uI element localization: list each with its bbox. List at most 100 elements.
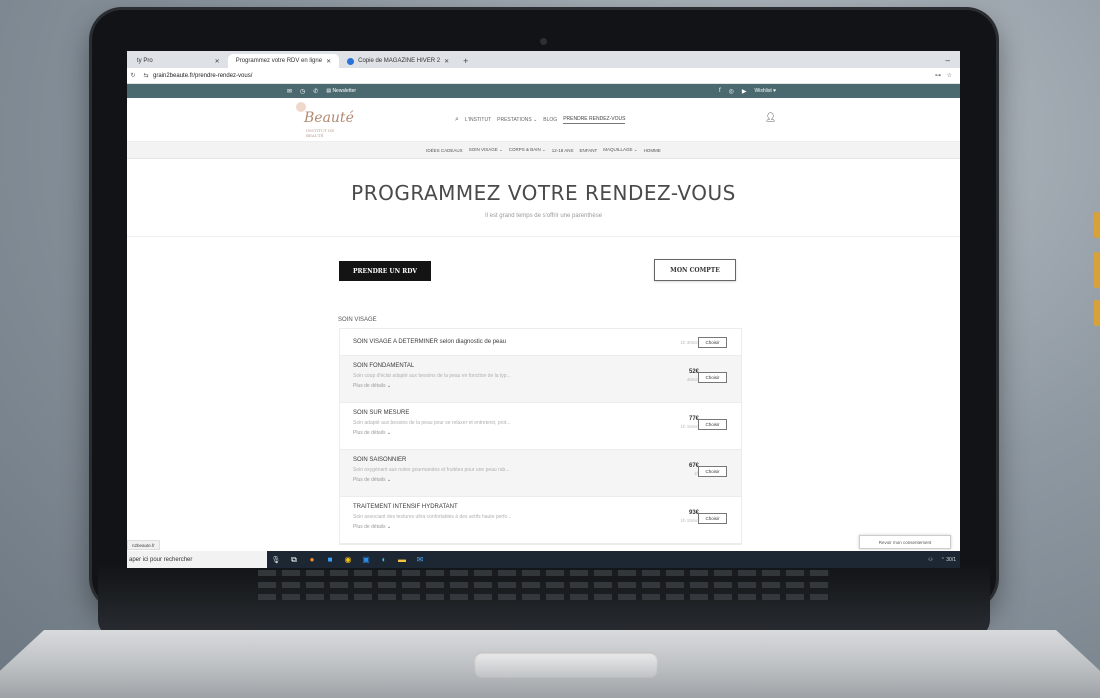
category-corps-bain[interactable]: CORPS & BAIN ⌄: [509, 147, 546, 153]
search-icon[interactable]: ⌕: [455, 116, 459, 124]
background-light: [1094, 252, 1100, 288]
browser-tab-active[interactable]: Programmez votre RDV en ligne ✕: [227, 54, 340, 68]
system-tray: ⚇ ⌃ 30/1: [928, 557, 960, 563]
background-light: [1094, 212, 1100, 238]
site-logo[interactable]: Beauté INSTITUT DE BEAUTÉ: [292, 102, 354, 138]
nav-item-institut[interactable]: L'INSTITUT: [465, 117, 491, 123]
topbar-social: f ◎ ▶ Wishlist ♥: [719, 88, 776, 95]
more-details-link[interactable]: Plus de détails ⌄: [353, 524, 391, 530]
more-details-link[interactable]: Plus de détails ⌄: [353, 430, 391, 436]
choose-button[interactable]: Choisir: [698, 372, 727, 383]
category-maquillage[interactable]: MAQUILLAGE ⌄: [603, 147, 637, 153]
taskbar-search-label: aper ici pour rechercher: [129, 556, 193, 563]
laptop-screen: ty Pro ✕ Programmez votre RDV en ligne ✕…: [127, 51, 960, 568]
taskbar-search-input[interactable]: aper ici pour rechercher: [127, 551, 267, 568]
newsletter-link[interactable]: ▤ Newsletter: [326, 88, 356, 94]
people-icon[interactable]: ⚇: [928, 557, 932, 563]
choose-button[interactable]: Choisir: [698, 513, 727, 524]
my-account-button[interactable]: MON COMPTE: [654, 259, 736, 281]
close-icon[interactable]: ✕: [326, 58, 331, 65]
keyboard-row: [258, 594, 830, 600]
service-duration: 1h 15min: [680, 518, 699, 523]
minimize-button[interactable]: –: [946, 54, 960, 68]
favicon-icon: [347, 57, 355, 65]
site-header: Beauté INSTITUT DE BEAUTÉ ⌕ L'INSTITUT P…: [127, 98, 960, 142]
category-idees-cadeaux[interactable]: IDÉES CADEAUX: [426, 148, 463, 153]
newsletter-label: Newsletter: [332, 88, 357, 94]
browser-tab[interactable]: Copie de MAGAZINE HIVER 2 ✕: [339, 54, 457, 68]
choose-button[interactable]: Choisir: [698, 419, 727, 430]
service-duration: 1h 30min: [680, 340, 699, 345]
more-details-link[interactable]: Plus de détails ⌄: [353, 477, 391, 483]
category-enfant[interactable]: ENFANT: [580, 148, 598, 153]
service-description: Soin coup d'éclat adapté aux besoins de …: [353, 373, 511, 379]
laptop-keyboard: [98, 560, 990, 638]
service-list: SOIN VISAGE A DETERMINER selon diagnosti…: [339, 328, 742, 545]
close-icon[interactable]: ✕: [215, 58, 220, 65]
reload-icon[interactable]: ↻: [127, 72, 139, 79]
more-details-label: Plus de détails: [353, 430, 386, 436]
microphone-icon[interactable]: 🎙︎: [267, 556, 285, 564]
nav-item-prestations[interactable]: PRESTATIONS ⌄: [497, 117, 537, 123]
wishlist-label: Wishlist: [754, 88, 772, 94]
consent-button[interactable]: Revoir mon consentement: [859, 535, 951, 549]
webcam: [540, 38, 547, 45]
user-icon[interactable]: 👤︎: [765, 112, 776, 123]
service-name: SOIN SAISONNIER: [353, 457, 407, 463]
section-title: SOIN VISAGE: [338, 317, 377, 323]
close-icon[interactable]: ✕: [444, 58, 449, 65]
status-url: n2beaute.fr: [127, 540, 160, 550]
tab-label: Copie de MAGAZINE HIVER 2: [358, 58, 441, 64]
task-view-icon[interactable]: ⧉: [285, 555, 303, 565]
instagram-icon[interactable]: ◎: [729, 88, 734, 95]
list-item: TRAITEMENT INTENSIF HYDRATANT Soin assoc…: [340, 497, 741, 544]
service-duration: 1h 15min: [680, 424, 699, 429]
laptop-notch: [474, 652, 658, 678]
new-tab-button[interactable]: +: [457, 54, 474, 68]
page-hero: PROGRAMMEZ VOTRE RENDEZ-VOUS Il est gran…: [127, 159, 960, 237]
chevron-down-icon: ⌄: [386, 477, 392, 483]
site-info-icon[interactable]: ⇆: [139, 72, 153, 79]
keyboard-row: [258, 582, 830, 588]
mail-app-icon[interactable]: ✉: [411, 555, 429, 564]
store-icon[interactable]: ■: [321, 555, 339, 564]
tab-label: Programmez votre RDV en ligne: [235, 58, 323, 64]
service-name: SOIN SUR MESURE: [353, 410, 410, 416]
category-12-18-ans[interactable]: 12-18 ANS: [552, 148, 574, 153]
browser-tab[interactable]: ty Pro ✕: [129, 54, 228, 68]
service-description: Soin adapté aux besoins de la peau pour …: [353, 420, 511, 426]
nav-item-blog[interactable]: BLOG: [543, 117, 557, 123]
browser-tabbar: ty Pro ✕ Programmez votre RDV en ligne ✕…: [127, 51, 960, 68]
category-homme[interactable]: HOMME: [644, 148, 661, 153]
choose-button[interactable]: Choisir: [698, 466, 727, 477]
chrome-icon[interactable]: ◉: [339, 555, 357, 564]
mail-icon[interactable]: ✉: [287, 88, 292, 95]
tray-clock[interactable]: ⌃ 30/1: [941, 557, 956, 563]
chevron-down-icon: ⌄: [386, 383, 392, 389]
folder-icon[interactable]: ▬: [393, 555, 411, 564]
address-bar: ↻ ⇆ grain2beaute.fr/prendre-rendez-vous/…: [127, 68, 960, 84]
page-subtitle: Il est grand temps de s'offrir une paren…: [484, 213, 603, 219]
category-nav: IDÉES CADEAUX SOIN VISAGE ⌄ CORPS & BAIN…: [127, 142, 960, 159]
tab-label: ty Pro: [137, 58, 153, 64]
photos-icon[interactable]: ▣: [357, 555, 375, 564]
service-name: SOIN FONDAMENTAL: [353, 363, 415, 369]
wishlist-link[interactable]: Wishlist ♥: [755, 88, 777, 94]
youtube-icon[interactable]: ▶: [742, 88, 747, 95]
phone-icon[interactable]: ✆: [313, 88, 318, 95]
category-soin-visage[interactable]: SOIN VISAGE ⌄: [469, 147, 503, 153]
clock-icon[interactable]: ◷: [300, 88, 305, 95]
nav-item-rendez-vous[interactable]: PRENDRE RENDEZ-VOUS: [563, 116, 626, 124]
bookmark-icon[interactable]: ⊶ ☆: [935, 72, 960, 79]
main-nav: ⌕ L'INSTITUT PRESTATIONS ⌄ BLOG PRENDRE …: [455, 116, 626, 124]
url-input[interactable]: grain2beaute.fr/prendre-rendez-vous/: [153, 73, 935, 79]
edge-icon[interactable]: ◐: [375, 555, 393, 564]
logo-tagline: INSTITUT DE BEAUTÉ: [306, 128, 335, 138]
choose-button[interactable]: Choisir: [698, 337, 727, 348]
firefox-icon[interactable]: ●: [303, 555, 321, 564]
service-name: SOIN VISAGE A DETERMINER selon diagnosti…: [353, 339, 507, 345]
background-light: [1094, 300, 1100, 326]
facebook-icon[interactable]: f: [719, 88, 721, 94]
book-appointment-button[interactable]: PRENDRE UN RDV: [339, 261, 431, 281]
more-details-link[interactable]: Plus de détails ⌄: [353, 383, 391, 389]
